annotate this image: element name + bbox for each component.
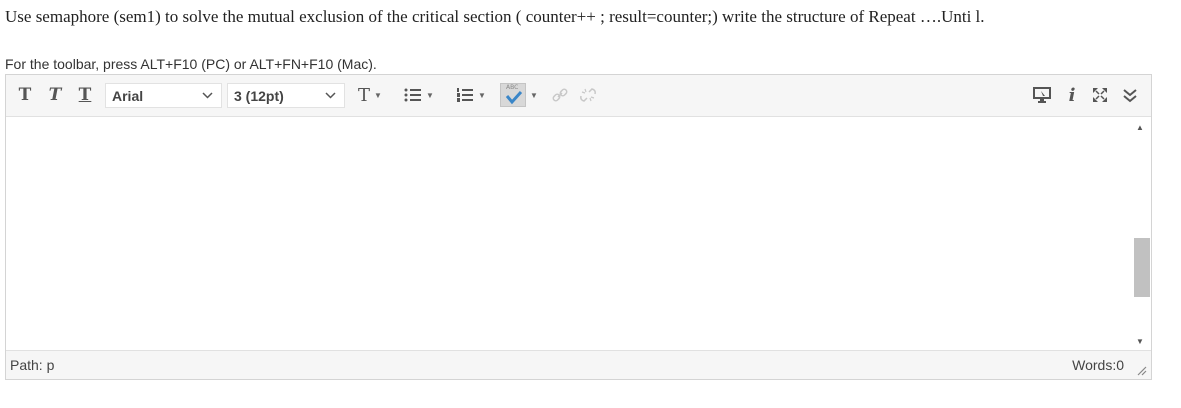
- fullscreen-icon: [1093, 88, 1107, 102]
- font-size-value: 3 (12pt): [234, 87, 284, 104]
- spellcheck-dropdown[interactable]: ABC ▼: [496, 83, 542, 107]
- bullet-list-dropdown[interactable]: ▼: [398, 84, 440, 106]
- bold-button[interactable]: T: [14, 84, 36, 106]
- scroll-down-arrow-icon[interactable]: ▼: [1136, 337, 1144, 346]
- dropdown-arrow-icon: ▼: [478, 90, 486, 100]
- bold-icon: T: [18, 85, 32, 105]
- editor-toolbar: T T T Arial 3 (12pt) T ▼ ▼ ▼ ABC ▼ i: [6, 75, 1151, 117]
- rich-text-editor: T T T Arial 3 (12pt) T ▼ ▼ ▼ ABC ▼ i ▲ ▼…: [5, 74, 1152, 380]
- unlink-button[interactable]: [576, 84, 600, 106]
- unlink-icon: [580, 88, 596, 102]
- spellcheck-icon: ABC: [500, 83, 527, 107]
- underline-icon: T: [78, 85, 92, 105]
- font-size-select[interactable]: 3 (12pt): [227, 83, 345, 108]
- double-chevron-down-icon: [1123, 89, 1137, 103]
- vertical-scrollbar[interactable]: ▲ ▼: [1131, 117, 1151, 352]
- text-style-icon: T: [358, 84, 371, 106]
- chevron-down-icon: [325, 87, 336, 106]
- expand-toolbar-button[interactable]: [1119, 84, 1141, 106]
- scroll-thumb[interactable]: [1134, 238, 1150, 297]
- resize-handle-icon[interactable]: [1135, 364, 1147, 376]
- italic-button[interactable]: T: [44, 84, 66, 106]
- question-text: Use semaphore (sem1) to solve the mutual…: [5, 7, 985, 26]
- font-family-select[interactable]: Arial: [105, 83, 222, 108]
- scroll-up-arrow-icon[interactable]: ▲: [1136, 123, 1144, 132]
- dropdown-arrow-icon: ▼: [374, 90, 382, 100]
- info-icon: i: [1068, 84, 1076, 106]
- numbered-list-icon: [457, 88, 474, 102]
- element-path: Path: p: [10, 357, 55, 373]
- italic-icon: T: [48, 85, 62, 105]
- fullscreen-button[interactable]: [1089, 84, 1111, 106]
- editor-statusbar: Path: p Words:0: [6, 350, 1151, 379]
- underline-button[interactable]: T: [74, 84, 96, 106]
- editor-content-area[interactable]: ▲ ▼: [6, 117, 1151, 352]
- dropdown-arrow-icon: ▼: [530, 90, 538, 100]
- bullet-list-icon: [404, 88, 422, 102]
- toolbar-hint: For the toolbar, press ALT+F10 (PC) or A…: [5, 56, 377, 72]
- preview-button[interactable]: [1031, 84, 1053, 106]
- text-style-dropdown[interactable]: T ▼: [350, 84, 390, 106]
- word-count: Words:0: [1072, 357, 1124, 373]
- dropdown-arrow-icon: ▼: [426, 90, 434, 100]
- chevron-down-icon: [202, 87, 213, 106]
- monitor-icon: [1033, 87, 1051, 103]
- info-button[interactable]: i: [1062, 84, 1082, 106]
- numbered-list-dropdown[interactable]: ▼: [450, 84, 492, 106]
- insert-link-button[interactable]: [550, 84, 570, 106]
- link-icon: [552, 88, 568, 102]
- font-family-value: Arial: [112, 87, 144, 104]
